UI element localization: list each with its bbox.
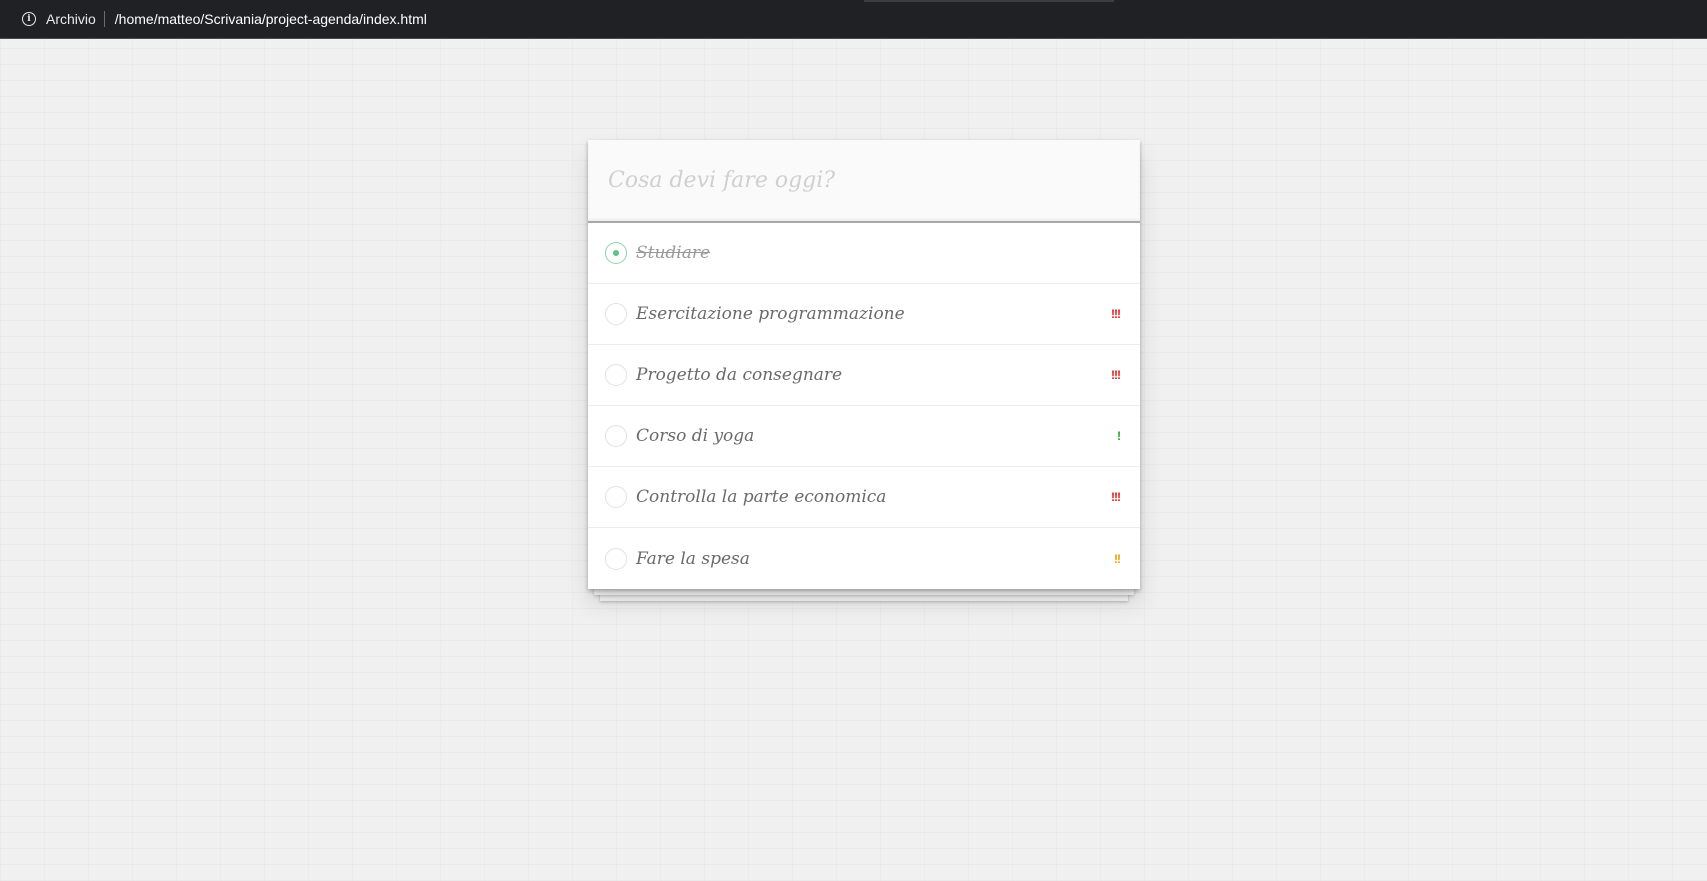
todo-label[interactable]: Corso di yoga	[636, 426, 1117, 446]
tab-indicator	[864, 0, 1114, 2]
priority-badge: !!	[1114, 551, 1121, 566]
circle-checkbox-icon[interactable]	[605, 364, 627, 386]
site-info-label[interactable]: Archivio	[46, 11, 96, 27]
todo-item[interactable]: Fare la spesa!!	[588, 528, 1140, 589]
address-bar[interactable]: i Archivio /home/matteo/Scrivania/projec…	[12, 6, 427, 32]
todo-sheet: StudiareEsercitazione programmazione!!!P…	[588, 140, 1140, 589]
priority-badge: !!!	[1111, 490, 1121, 504]
circle-checkbox-icon[interactable]	[605, 486, 627, 508]
browser-toolbar: i Archivio /home/matteo/Scrivania/projec…	[0, 0, 1707, 38]
todo-label[interactable]: Fare la spesa	[636, 549, 1114, 569]
todo-item[interactable]: Studiare	[588, 223, 1140, 284]
priority-badge: !!!	[1111, 368, 1121, 382]
circle-checkbox-icon[interactable]	[605, 425, 627, 447]
info-icon[interactable]: i	[22, 12, 36, 26]
todo-item[interactable]: Progetto da consegnare!!!	[588, 345, 1140, 406]
todo-label[interactable]: Progetto da consegnare	[636, 365, 1111, 385]
todo-label[interactable]: Studiare	[636, 243, 1140, 263]
todo-app: StudiareEsercitazione programmazione!!!P…	[588, 140, 1140, 601]
todo-label[interactable]: Controlla la parte economica	[636, 487, 1111, 507]
circle-checkbox-icon[interactable]	[605, 242, 627, 264]
priority-badge: !!!	[1111, 307, 1121, 321]
todo-label[interactable]: Esercitazione programmazione	[636, 304, 1111, 324]
todo-list: Studiare Esercitazione programmazione!!! P…	[588, 223, 1140, 589]
todo-item[interactable]: Esercitazione programmazione!!!	[588, 284, 1140, 345]
check-dot-icon	[613, 250, 619, 256]
todo-item[interactable]: Corso di yoga!	[588, 406, 1140, 467]
todo-item[interactable]: Controlla la parte economica!!!	[588, 467, 1140, 528]
priority-badge: !	[1117, 429, 1121, 443]
address-separator	[103, 11, 105, 27]
circle-checkbox-icon[interactable]	[605, 547, 627, 570]
circle-checkbox-icon[interactable]	[605, 303, 627, 325]
new-todo-input[interactable]	[588, 140, 1140, 223]
url-text[interactable]: /home/matteo/Scrivania/project-agenda/in…	[115, 11, 427, 27]
